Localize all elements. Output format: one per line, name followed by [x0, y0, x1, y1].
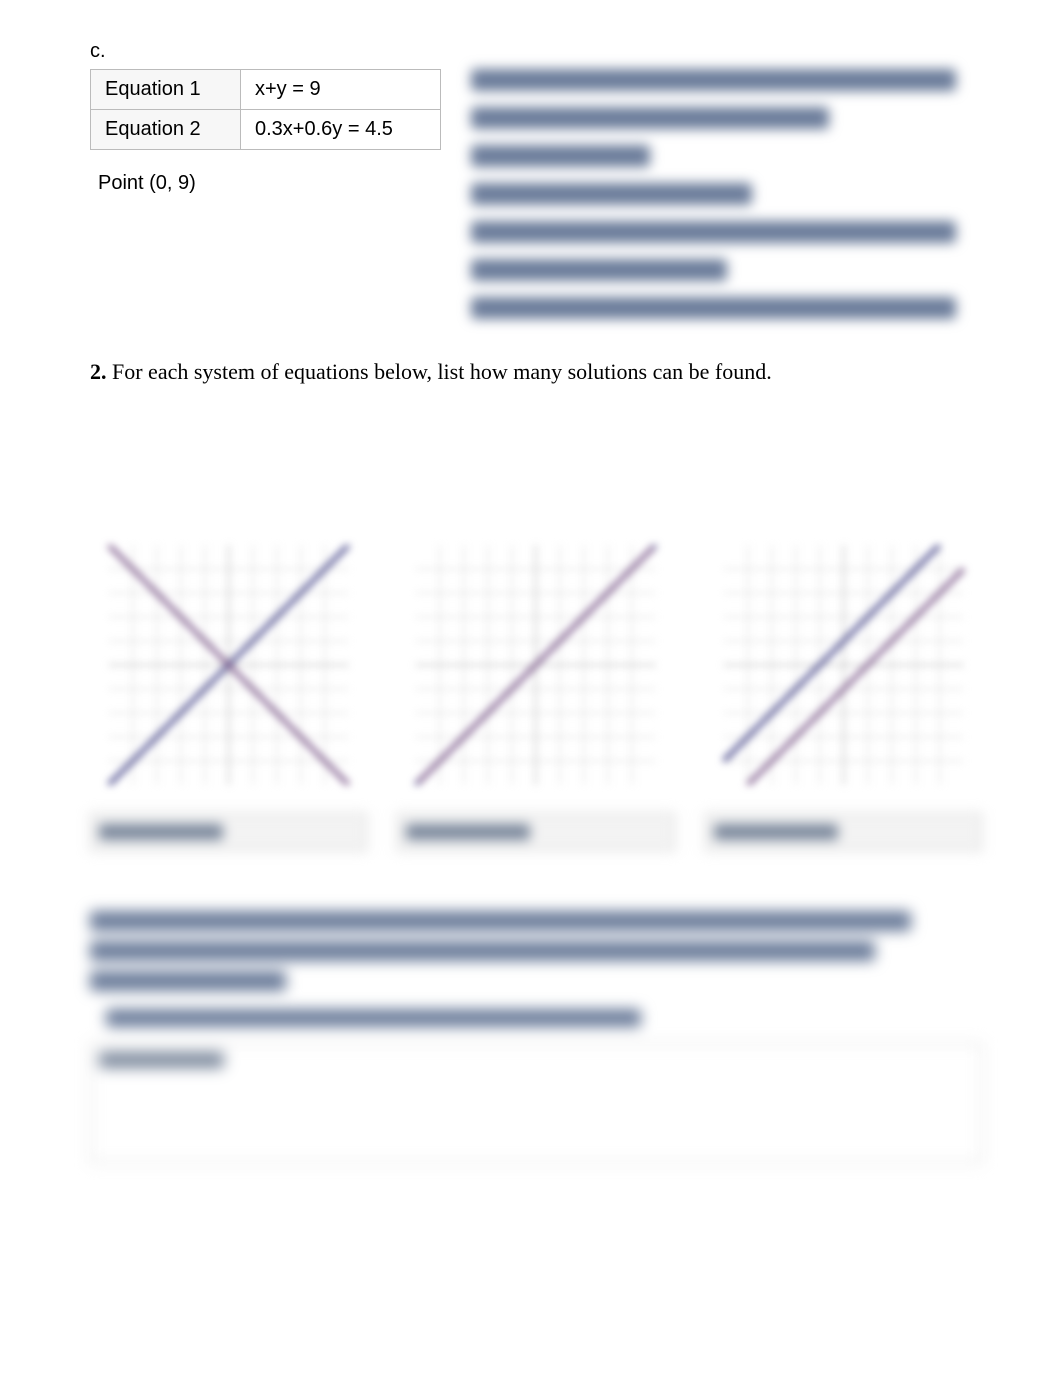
chart-2-svg: [397, 545, 674, 785]
chart-1: [90, 545, 367, 785]
equation-block: Equation 1 x+y = 9 Equation 2 0.3x+0.6y …: [90, 69, 441, 319]
blurred-text-line: [99, 824, 223, 840]
blurred-answer-area: [471, 69, 982, 319]
blurred-text-line: [471, 145, 650, 167]
chart-3-svg: [705, 545, 982, 785]
answer-box-2[interactable]: [397, 813, 674, 851]
answer-box-1[interactable]: [90, 813, 367, 851]
equation-2-label: Equation 2: [91, 110, 241, 150]
chart-3-line-b: [747, 569, 963, 785]
blurred-text-line: [471, 183, 752, 205]
blurred-text-line: [714, 824, 838, 840]
equation-1-label: Equation 1: [91, 70, 241, 110]
question-2: 2. For each system of equations below, l…: [90, 359, 982, 385]
chart-2: [397, 545, 674, 785]
charts-row: [90, 545, 982, 785]
blurred-text-line: [106, 1009, 641, 1027]
point-label: Point (0, 9): [98, 172, 441, 195]
question-3-blurred: [90, 911, 982, 1163]
blurred-text-line: [471, 259, 727, 281]
blurred-text-line: [471, 297, 956, 319]
blurred-text-line: [471, 69, 956, 91]
table-row: Equation 1 x+y = 9: [91, 70, 441, 110]
blurred-text-line: [90, 971, 286, 991]
part-c-row: Equation 1 x+y = 9 Equation 2 0.3x+0.6y …: [90, 69, 982, 319]
blurred-text-line: [90, 941, 875, 961]
answer-box-3[interactable]: [705, 813, 982, 851]
table-row: Equation 2 0.3x+0.6y = 4.5: [91, 110, 441, 150]
blurred-text-line: [90, 911, 911, 931]
answer-textarea[interactable]: [90, 1043, 982, 1163]
chart-1-svg: [90, 545, 367, 785]
equation-table: Equation 1 x+y = 9 Equation 2 0.3x+0.6y …: [90, 69, 441, 150]
part-c-label: c.: [90, 40, 982, 63]
chart-3-line-a: [723, 545, 939, 761]
blurred-text-line: [471, 221, 956, 243]
blurred-text-line: [406, 824, 530, 840]
answers-row: [90, 813, 982, 851]
equation-1-value: x+y = 9: [241, 70, 441, 110]
blurred-text-line: [99, 1052, 224, 1068]
equation-2-value: 0.3x+0.6y = 4.5: [241, 110, 441, 150]
question-2-number: 2.: [90, 359, 107, 384]
chart-3: [705, 545, 982, 785]
blurred-text-line: [471, 107, 829, 129]
question-2-text: For each system of equations below, list…: [112, 359, 772, 384]
